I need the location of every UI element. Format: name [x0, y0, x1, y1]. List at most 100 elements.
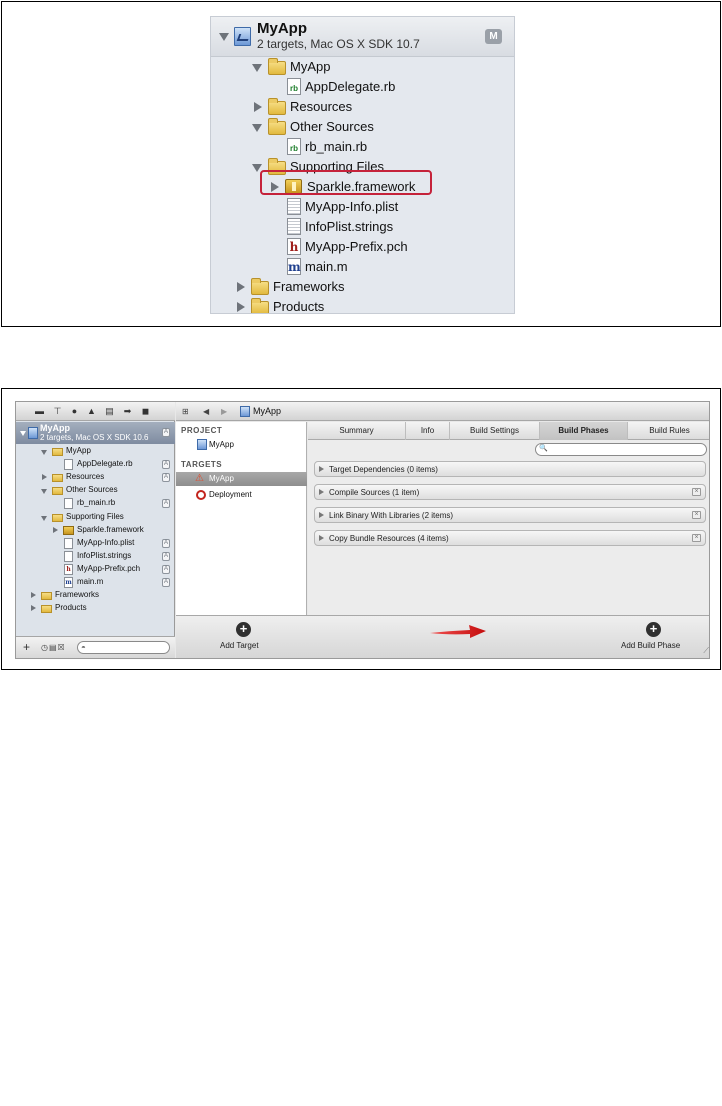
list-icon[interactable]: ▤: [104, 406, 115, 416]
navigator-item[interactable]: InfoPlist.strings A: [16, 550, 175, 563]
target-label: Deployment: [209, 490, 252, 499]
disclosure-open-icon[interactable]: [252, 64, 262, 72]
figure-1-frame: MyApp 2 targets, Mac OS X SDK 10.7 M MyA…: [1, 1, 721, 327]
phase-target-dependencies[interactable]: Target Dependencies (0 items): [314, 461, 706, 477]
folder-icon: [52, 474, 63, 483]
added-badge: A: [162, 473, 170, 483]
resize-grip-icon[interactable]: ⟋: [703, 646, 709, 656]
target-item-myapp[interactable]: ⚠ MyApp: [176, 472, 307, 486]
forward-icon[interactable]: ▶: [221, 407, 227, 416]
tab-build-phases[interactable]: Build Phases: [539, 422, 627, 440]
rb-file-icon: [64, 498, 73, 510]
log-icon[interactable]: ◼: [140, 406, 151, 416]
phase-link-binary[interactable]: Link Binary With Libraries (2 items) ×: [314, 507, 706, 523]
tree-item[interactable]: InfoPlist.strings: [211, 217, 514, 237]
navigator-item[interactable]: h MyApp-Prefix.pch A: [16, 563, 175, 576]
disclosure-closed-icon[interactable]: [254, 102, 262, 112]
tree-item[interactable]: h MyApp-Prefix.pch: [211, 237, 514, 257]
disclosure-open-icon[interactable]: [219, 33, 229, 41]
navigator-selector-bar: ▬ ⊤ ● ▲ ▤ ➡ ◼: [16, 402, 175, 421]
navigator-item[interactable]: Products: [16, 602, 175, 615]
delete-phase-icon[interactable]: ×: [692, 534, 701, 542]
target-item-deployment[interactable]: Deployment: [176, 488, 307, 502]
added-badge: A: [162, 538, 170, 548]
navigator-item[interactable]: Sparkle.framework: [16, 524, 175, 537]
add-build-phase-plus-icon[interactable]: +: [646, 622, 661, 637]
tree-item[interactable]: rb rb_main.rb: [211, 137, 514, 157]
navigator-item[interactable]: rb_main.rb A: [16, 497, 175, 510]
folder-icon: [268, 58, 286, 75]
delete-phase-icon[interactable]: ×: [692, 511, 701, 519]
navigator-item[interactable]: Frameworks: [16, 589, 175, 602]
disclosure-closed-icon[interactable]: [319, 489, 324, 495]
target-icon: [196, 490, 206, 500]
navigator-filter-field[interactable]: [77, 641, 170, 654]
tree-item[interactable]: Other Sources: [211, 117, 514, 137]
tree-item[interactable]: MyApp-Info.plist: [211, 197, 514, 217]
back-icon[interactable]: ◀: [203, 407, 209, 416]
tree-item[interactable]: Products: [211, 297, 514, 314]
disclosure-closed-icon[interactable]: [53, 526, 58, 533]
disclosure-open-icon[interactable]: [41, 489, 47, 495]
navigator-item-label: MyApp: [66, 446, 91, 455]
project-target-list: PROJECT MyApp TARGETS ⚠ MyApp Deployment: [176, 422, 307, 615]
tab-build-rules[interactable]: Build Rules: [627, 422, 709, 440]
disclosure-open-icon[interactable]: [20, 431, 26, 436]
related-items-icon[interactable]: ⊞: [182, 407, 189, 416]
build-phases-editor: Summary Info Build Settings Build Phases…: [308, 422, 709, 615]
phase-copy-bundle-resources[interactable]: Copy Bundle Resources (4 items) ×: [314, 530, 706, 546]
phase-search-field[interactable]: [535, 443, 707, 456]
disclosure-closed-icon[interactable]: [31, 605, 36, 612]
navigator-item[interactable]: MyApp-Info.plist A: [16, 537, 175, 550]
tab-summary[interactable]: Summary: [308, 422, 405, 440]
navigator-item[interactable]: m main.m A: [16, 576, 175, 589]
hierarchy-icon[interactable]: ⊤: [52, 406, 63, 416]
tab-info[interactable]: Info: [405, 422, 449, 440]
breakpoint-icon[interactable]: ➡: [122, 406, 133, 416]
add-target-button[interactable]: Add Target: [220, 641, 259, 650]
xcode-project-icon: [234, 27, 251, 46]
phase-label: Compile Sources (1 item): [329, 488, 420, 497]
disclosure-closed-icon[interactable]: [42, 474, 47, 481]
folder-icon: [251, 278, 269, 295]
tree-item[interactable]: Resources: [211, 97, 514, 117]
disclosure-open-icon[interactable]: [252, 124, 262, 132]
tree-item[interactable]: rb AppDelegate.rb: [211, 77, 514, 97]
disclosure-closed-icon[interactable]: [319, 535, 324, 541]
tree-item[interactable]: MyApp: [211, 57, 514, 77]
disclosure-closed-icon[interactable]: [319, 512, 324, 518]
search-icon[interactable]: ●: [69, 406, 80, 416]
phase-compile-sources[interactable]: Compile Sources (1 item) ×: [314, 484, 706, 500]
tab-build-settings[interactable]: Build Settings: [449, 422, 539, 440]
project-item[interactable]: MyApp: [176, 438, 307, 452]
tree-item[interactable]: m main.m: [211, 257, 514, 277]
jump-bar: ⊞ ◀ ▶ MyApp: [176, 402, 709, 421]
disclosure-closed-icon[interactable]: [319, 466, 324, 472]
breadcrumb[interactable]: MyApp: [253, 406, 281, 416]
warning-icon[interactable]: ▲: [86, 406, 97, 416]
disclosure-open-icon[interactable]: [41, 515, 47, 521]
navigator-item-label: Sparkle.framework: [77, 524, 144, 534]
add-file-button[interactable]: +: [23, 641, 30, 653]
add-build-phase-button[interactable]: Add Build Phase: [621, 641, 680, 650]
disclosure-closed-icon[interactable]: [31, 592, 36, 599]
navigator-item[interactable]: AppDelegate.rb A: [16, 458, 175, 471]
project-row[interactable]: MyApp 2 targets, Mac OS X SDK 10.7 M: [211, 17, 514, 57]
disclosure-closed-icon[interactable]: [237, 282, 245, 292]
navigator-item[interactable]: MyApp: [16, 445, 175, 458]
navigator-item[interactable]: Other Sources: [16, 484, 175, 497]
navigator-item-label: MyApp-Prefix.pch: [77, 563, 141, 573]
navigator-item[interactable]: Resources A: [16, 471, 175, 484]
navigator-project-row[interactable]: MyApp 2 targets, Mac OS X SDK 10.6 A: [16, 422, 175, 444]
folder-icon[interactable]: ▬: [34, 406, 45, 416]
delete-phase-icon[interactable]: ×: [692, 488, 701, 496]
navigator-item-label: MyApp-Info.plist: [77, 537, 135, 547]
filter-icons[interactable]: ◷▤☒: [41, 643, 66, 652]
tree-item-label: MyApp-Info.plist: [305, 199, 399, 214]
tree-item-label: Products: [273, 299, 325, 314]
navigator-item[interactable]: Supporting Files: [16, 511, 175, 524]
add-target-plus-icon[interactable]: +: [236, 622, 251, 637]
disclosure-closed-icon[interactable]: [237, 302, 245, 312]
tree-item[interactable]: Frameworks: [211, 277, 514, 297]
disclosure-open-icon[interactable]: [41, 450, 47, 455]
